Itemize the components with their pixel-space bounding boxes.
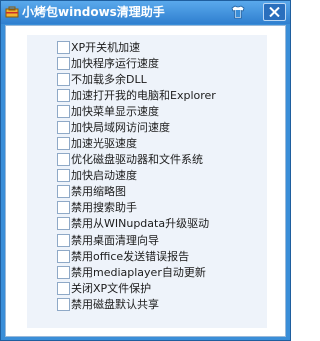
option-label: 加快菜单显示速度 bbox=[71, 105, 159, 118]
title-bar[interactable]: 小烤包windows清理助手 bbox=[1, 1, 290, 24]
option-checkbox[interactable] bbox=[57, 282, 70, 295]
option-checkbox[interactable] bbox=[57, 105, 70, 118]
option-label: 加快启动速度 bbox=[71, 169, 137, 182]
option-checkbox[interactable] bbox=[57, 57, 70, 70]
option-label: 禁用搜索助手 bbox=[71, 201, 137, 214]
option-checkbox[interactable] bbox=[57, 153, 70, 166]
option-item[interactable]: 加快启动速度 bbox=[57, 169, 267, 184]
toolbox-icon bbox=[5, 6, 19, 18]
option-label: 加快程序运行速度 bbox=[71, 57, 159, 70]
option-item[interactable]: 加速打开我的电脑和Explorer bbox=[57, 89, 267, 104]
option-item[interactable]: 禁用从WINupdata升级驱动 bbox=[57, 217, 267, 232]
option-item[interactable]: 不加载多余DLL bbox=[57, 73, 267, 88]
option-label: 禁用mediaplayer自动更新 bbox=[71, 266, 206, 279]
option-label: 禁用磁盘默认共享 bbox=[71, 298, 159, 311]
option-checkbox[interactable] bbox=[57, 169, 70, 182]
option-item[interactable]: 加速光驱速度 bbox=[57, 137, 267, 152]
close-icon bbox=[269, 7, 280, 17]
option-label: 关闭XP文件保护 bbox=[71, 282, 152, 295]
option-checkbox[interactable] bbox=[57, 121, 70, 134]
option-label: 优化磁盘驱动器和文件系统 bbox=[71, 153, 203, 166]
option-checkbox[interactable] bbox=[57, 89, 70, 102]
window-title: 小烤包windows清理助手 bbox=[22, 5, 165, 19]
option-checkbox[interactable] bbox=[57, 137, 70, 150]
option-item[interactable]: 优化磁盘驱动器和文件系统 bbox=[57, 153, 267, 168]
option-item[interactable]: 禁用缩略图 bbox=[57, 185, 267, 200]
option-label: XP开关机加速 bbox=[71, 41, 141, 54]
option-item[interactable]: 关闭XP文件保护 bbox=[57, 282, 267, 297]
option-label: 禁用office发送错误报告 bbox=[71, 250, 190, 263]
option-label: 禁用缩略图 bbox=[71, 185, 126, 198]
option-item[interactable]: 加快程序运行速度 bbox=[57, 57, 267, 72]
option-item[interactable]: 禁用桌面清理向导 bbox=[57, 234, 267, 249]
option-item[interactable]: 禁用搜索助手 bbox=[57, 201, 267, 216]
option-item[interactable]: 禁用mediaplayer自动更新 bbox=[57, 266, 267, 281]
option-item[interactable]: 禁用office发送错误报告 bbox=[57, 250, 267, 265]
option-checkbox[interactable] bbox=[57, 217, 70, 230]
option-checkbox[interactable] bbox=[57, 201, 70, 214]
option-label: 加速光驱速度 bbox=[71, 137, 137, 150]
option-checkbox[interactable] bbox=[57, 266, 70, 279]
option-checkbox[interactable] bbox=[57, 41, 70, 54]
option-label: 不加载多余DLL bbox=[71, 73, 147, 86]
option-label: 禁用从WINupdata升级驱动 bbox=[71, 217, 210, 230]
option-item[interactable]: 加快菜单显示速度 bbox=[57, 105, 267, 120]
option-label: 加快局域网访问速度 bbox=[71, 121, 170, 134]
option-checkbox[interactable] bbox=[57, 298, 70, 311]
shirt-icon[interactable] bbox=[230, 4, 246, 20]
client-area: XP开关机加速加快程序运行速度 不加载多余DLL 加速打开我的电脑和Explorer… bbox=[5, 25, 286, 337]
option-item[interactable]: 加快局域网访问速度 bbox=[57, 121, 267, 136]
option-checkbox[interactable] bbox=[57, 250, 70, 263]
option-label: 禁用桌面清理向导 bbox=[71, 234, 159, 247]
option-checkbox[interactable] bbox=[57, 234, 70, 247]
option-label: 加速打开我的电脑和Explorer bbox=[71, 89, 216, 102]
close-button[interactable] bbox=[263, 3, 286, 21]
option-item[interactable]: XP开关机加速 bbox=[57, 41, 267, 56]
option-checkbox[interactable] bbox=[57, 73, 70, 86]
option-checkbox[interactable] bbox=[57, 185, 70, 198]
app-window: 小烤包windows清理助手 XP开关机加速加快程序运行速度 不加载多余DLL 加速… bbox=[0, 0, 291, 341]
option-item[interactable]: 禁用磁盘默认共享 bbox=[57, 298, 267, 313]
